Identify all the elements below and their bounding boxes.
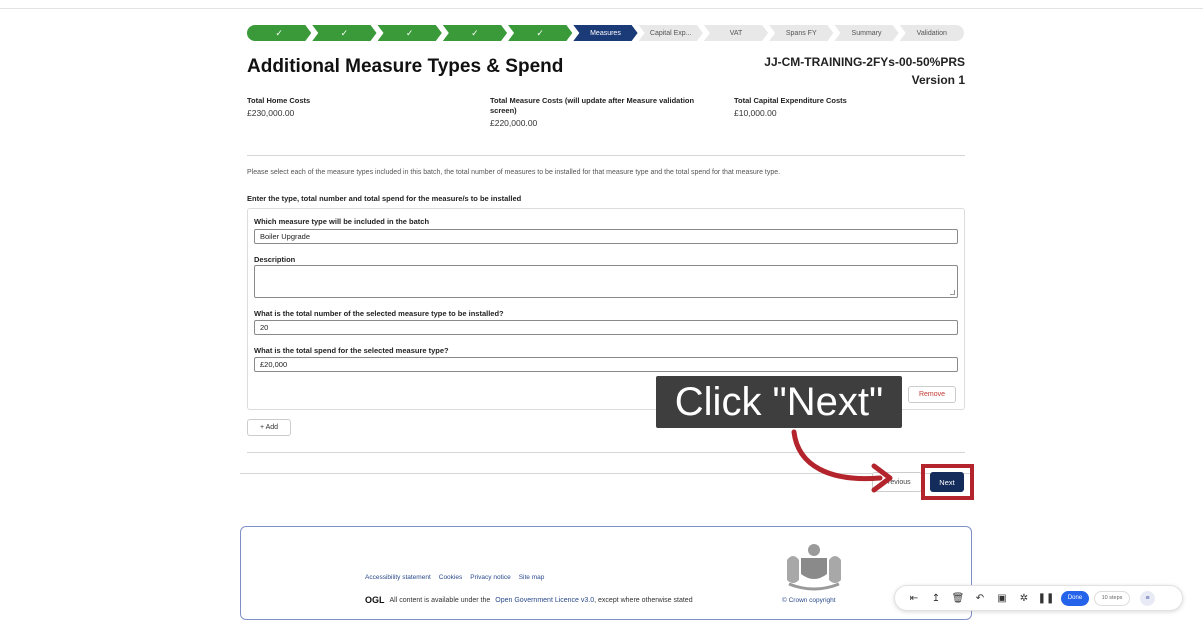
image-icon[interactable]: ▣: [991, 588, 1013, 608]
remove-button[interactable]: Remove: [908, 386, 956, 403]
instruction-callout: Click "Next": [656, 376, 902, 428]
licence-suffix: , except where otherwise stated: [594, 596, 693, 604]
measure-number-label: What is the total number of the selected…: [254, 309, 504, 318]
measure-number-field[interactable]: 20: [254, 320, 958, 335]
footer-link-privacy[interactable]: Privacy notice: [470, 574, 510, 581]
progress-path: ✓ ✓ ✓ ✓ ✓ Measures Capital Exp... VAT Spans FY Su…: [247, 25, 965, 41]
progress-step[interactable]: ✓: [508, 25, 572, 41]
next-highlight-box: [921, 464, 974, 500]
measure-type-label: Which measure type will be included in t…: [254, 217, 430, 226]
record-version: Version 1: [911, 73, 965, 87]
undo-icon[interactable]: ↶: [969, 588, 991, 608]
page-title: Additional Measure Types & Spend: [247, 56, 564, 77]
footer-links: Accessibility statement Cookies Privacy …: [365, 574, 544, 581]
footer-link-cookies[interactable]: Cookies: [439, 574, 462, 581]
progress-step[interactable]: Validation: [899, 25, 964, 41]
total-capex-value: £10,000.00: [734, 108, 777, 118]
licence-link[interactable]: Open Government Licence v3.0: [495, 597, 594, 604]
progress-step[interactable]: Summary: [834, 25, 898, 41]
recorder-toolbar: ⇤ ↥ 🗑 ↶ ▣ ✲ ❚❚ Done 10 steps ≡: [894, 585, 1183, 611]
curved-arrow-icon: [791, 429, 893, 493]
measure-subheading: Enter the type, total number and total s…: [247, 194, 522, 203]
steps-count[interactable]: 10 steps: [1094, 590, 1130, 606]
progress-step[interactable]: ✓: [443, 25, 507, 41]
progress-step[interactable]: ✓: [312, 25, 376, 41]
footer-link-accessibility[interactable]: Accessibility statement: [365, 574, 431, 581]
progress-step[interactable]: ✓: [247, 25, 311, 41]
total-measure-costs-label: Total Measure Costs (will update after M…: [490, 96, 695, 115]
progress-step[interactable]: Spans FY: [769, 25, 833, 41]
add-button[interactable]: + Add: [247, 419, 291, 436]
total-capex-label: Total Capital Expenditure Costs: [734, 96, 847, 105]
licence-notice: OGL All content is available under the O…: [365, 595, 693, 605]
settings-icon[interactable]: ✲: [1013, 588, 1035, 608]
done-button[interactable]: Done: [1061, 590, 1089, 606]
measure-type-field[interactable]: Boiler Upgrade: [254, 229, 958, 244]
pointer-icon[interactable]: ↥: [925, 588, 947, 608]
progress-step[interactable]: ✓: [378, 25, 442, 41]
trash-icon[interactable]: 🗑: [947, 588, 969, 608]
total-measure-costs: Total Measure Costs (will update after M…: [490, 96, 720, 128]
total-home-costs-value: £230,000.00: [247, 108, 295, 118]
resize-handle[interactable]: [950, 290, 955, 295]
section-divider: [247, 155, 965, 156]
measure-spend-label: What is the total spend for the selected…: [254, 346, 449, 355]
skip-start-icon[interactable]: ⇤: [903, 588, 925, 608]
description-field[interactable]: [254, 265, 958, 298]
measure-spend-field[interactable]: £20,000: [254, 357, 958, 372]
instructions-text: Please select each of the measure types …: [247, 169, 781, 176]
progress-step[interactable]: Capital Exp...: [639, 25, 703, 41]
ogl-logo: OGL: [365, 595, 385, 605]
progress-step[interactable]: VAT: [704, 25, 768, 41]
site-footer: [240, 526, 972, 620]
chat-icon[interactable]: ≡: [1140, 590, 1155, 606]
top-border: [0, 8, 1203, 9]
total-home-costs: Total Home Costs £230,000.00: [247, 96, 447, 118]
record-name: JJ-CM-TRAINING-2FYs-00-50%PRS: [764, 55, 965, 69]
footer-link-sitemap[interactable]: Site map: [519, 574, 545, 581]
description-label: Description: [254, 255, 296, 264]
progress-step[interactable]: Measures: [573, 25, 637, 41]
total-capex-costs: Total Capital Expenditure Costs £10,000.…: [734, 96, 934, 118]
crown-copyright[interactable]: © Crown copyright: [782, 597, 836, 604]
pause-icon[interactable]: ❚❚: [1035, 588, 1057, 608]
licence-prefix: All content is available under the: [389, 596, 491, 604]
royal-crest-icon: [787, 544, 841, 591]
total-measure-costs-value: £220,000.00: [490, 118, 538, 128]
total-home-costs-label: Total Home Costs: [247, 96, 311, 105]
